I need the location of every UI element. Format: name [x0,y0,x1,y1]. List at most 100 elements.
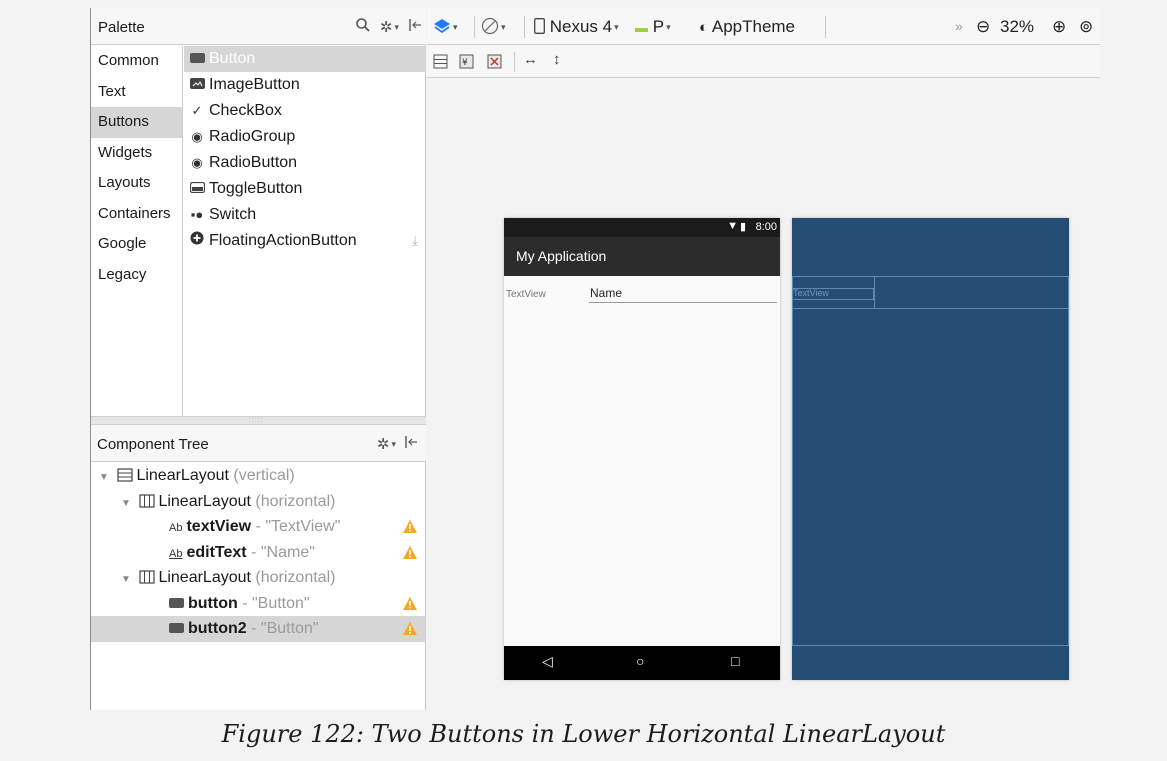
widget-togglebutton[interactable]: ToggleButton [184,176,426,202]
widget-radiobutton[interactable]: ◉ RadioButton [184,150,426,176]
category-containers[interactable]: Containers [91,199,182,230]
warning-icon[interactable] [403,622,417,635]
phone-preview[interactable]: ▼ ▮ 8:00 My Application TextView Name ◁ … [504,218,780,680]
category-text[interactable]: Text [91,77,182,108]
widget-switch[interactable]: ▪● Switch [184,202,426,228]
orientation-icon[interactable]: ▾ [481,8,506,45]
widget-radiogroup[interactable]: ◉ RadioGroup [184,124,426,150]
category-google[interactable]: Google [91,229,182,260]
zoom-level: 32% [1000,17,1035,36]
expand-arrow-icon[interactable]: ▼ [121,491,135,517]
layers-icon[interactable]: ▾ [433,8,458,45]
app-bar: My Application [504,237,780,276]
category-widgets[interactable]: Widgets [91,138,182,169]
node-detail: - "TextView" [255,518,341,535]
category-common[interactable]: Common [91,46,182,77]
warning-icon[interactable] [403,520,417,533]
expand-arrow-icon[interactable]: ▼ [99,465,113,491]
component-tree-title: Component Tree [97,436,209,453]
tree-node-button[interactable]: button - "Button" [91,591,426,617]
tree-node-edittext[interactable]: Ab editText - "Name" [91,540,426,566]
tree-node-linearlayout-vertical[interactable]: ▼ LinearLayout (vertical) [91,463,426,489]
svg-text:¥: ¥ [462,58,468,68]
warning-icon[interactable] [403,596,417,610]
image-button-icon [188,72,206,98]
node-detail: - "Button" [242,594,310,612]
category-buttons[interactable]: Buttons [91,107,182,138]
node-name: LinearLayout [158,569,251,586]
node-detail: - "Name" [251,543,315,561]
zoom-in-icon[interactable]: ⊕ [1052,8,1066,45]
widget-floatingactionbutton[interactable]: FloatingActionButton ⤓ [184,228,426,254]
theme-name: AppTheme [711,17,796,36]
device-selector[interactable]: Nexus 4 ▾ [534,8,619,45]
node-name: LinearLayout [158,492,251,510]
android-icon: ▬ [635,20,648,35]
component-tree-header: Component Tree ✲ ▾ [91,425,426,462]
widget-button[interactable]: Button [184,46,426,72]
app-title: My Application [516,248,607,264]
tree-node-linearlayout-horizontal-2[interactable]: ▼ LinearLayout (horizontal) [91,565,426,591]
back-icon[interactable]: ◁ [542,653,553,670]
horizontal-layout-icon [139,493,156,508]
tree-node-linearlayout-horizontal[interactable]: ▼ LinearLayout (horizontal) [91,489,426,515]
widget-label: Switch [209,206,257,223]
textview-preview[interactable]: TextView [506,289,546,300]
baseline-icon[interactable]: ¥ [459,54,474,74]
zoom-out-icon[interactable]: ⊖ [976,8,990,45]
gear-icon[interactable]: ✲ ▾ [380,18,399,37]
toggle-button-icon [188,176,206,202]
widget-checkbox[interactable]: ✓ CheckBox [184,98,426,124]
node-detail: (vertical) [233,467,295,484]
battery-icon: ▮ [739,221,746,233]
navigation-bar: ◁ ○ □ [504,646,780,680]
theme-selector[interactable]: ◐ AppTheme [699,8,795,45]
radio-icon: ◉ [191,155,203,170]
distribute-vertical-icon[interactable]: ↕ [553,51,561,68]
tree-node-textview[interactable]: Ab textView - "TextView" [91,514,426,540]
recents-icon[interactable]: □ [731,653,739,669]
button-icon [169,597,184,608]
blueprint-root-outline [792,276,1069,646]
widget-label: RadioButton [209,154,298,171]
horizontal-layout-icon [139,570,156,584]
blueprint-textview-label: TextView [793,288,829,298]
layout-toolbar: ¥ ↔ ↕ [427,46,1100,78]
hide-panel-icon[interactable] [404,435,418,454]
node-detail: (horizontal) [255,492,336,510]
home-icon[interactable]: ○ [636,653,644,669]
widget-label: RadioGroup [209,128,296,145]
category-layouts[interactable]: Layouts [91,168,182,199]
warning-icon[interactable] [403,545,417,559]
hide-panel-icon[interactable] [408,18,422,37]
switch-icon: ▪● [190,207,204,222]
edittext-icon: Ab [169,547,183,560]
edittext-preview[interactable]: Name [589,286,777,303]
category-legacy[interactable]: Legacy [91,260,182,291]
overflow-icon[interactable]: » [955,8,963,45]
tree-node-button2[interactable]: button2 - "Button" [91,616,426,642]
node-name: button2 [188,620,247,637]
api-selector[interactable]: ▬ P ▾ [635,8,671,45]
palette-tools: ✲ ▾ [355,17,422,38]
plus-circle-icon [188,228,206,254]
textview-icon: Ab [169,522,183,534]
download-icon[interactable]: ⤓ [412,228,418,254]
api-level: P [652,17,665,36]
widget-label: FloatingActionButton [209,232,357,249]
distribute-horizontal-icon[interactable]: ↔ [523,51,538,68]
palette-header: Palette ✲ ▾ [91,8,426,45]
widget-label: CheckBox [209,102,282,119]
theme-icon: ◐ [699,19,709,36]
clear-weights-icon[interactable] [487,54,502,74]
zoom-fit-icon[interactable]: ⊚ [1079,8,1093,45]
blueprint-preview[interactable]: TextView [792,218,1069,680]
expand-arrow-icon[interactable]: ▼ [121,567,135,593]
orientation-vertical-icon[interactable] [433,54,448,74]
blueprint-edittext-outline[interactable] [874,276,1069,309]
status-bar: ▼ ▮ 8:00 [504,218,780,237]
search-icon[interactable] [355,17,371,38]
panel-splitter[interactable]: ::::: [91,416,426,425]
widget-imagebutton[interactable]: ImageButton [184,72,426,98]
gear-icon[interactable]: ✲ ▾ [377,435,396,454]
